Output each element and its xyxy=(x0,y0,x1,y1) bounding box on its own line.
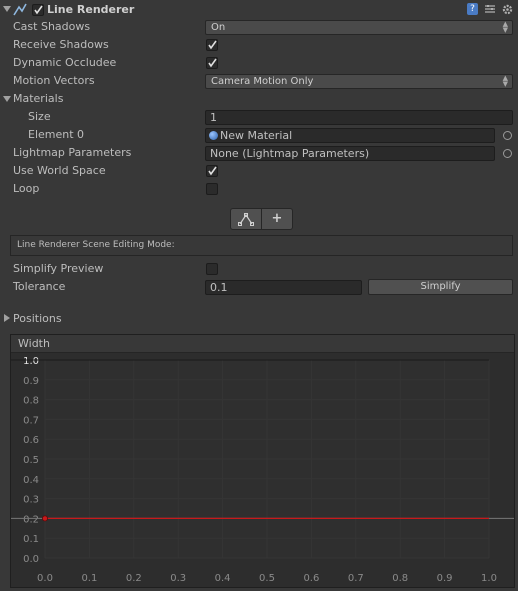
x-tick-label: 0.2 xyxy=(126,573,142,584)
loop-label: Loop xyxy=(13,182,40,195)
help-icon[interactable]: ? xyxy=(467,3,478,15)
x-tick-label: 0.4 xyxy=(215,573,231,584)
materials-size-label: Size xyxy=(28,110,51,123)
simplify-preview-label: Simplify Preview xyxy=(13,262,104,275)
enable-checkbox[interactable] xyxy=(32,4,44,16)
x-tick-label: 0.5 xyxy=(259,573,275,584)
cast-shadows-value: On xyxy=(211,22,226,33)
preset-icon[interactable] xyxy=(484,3,496,15)
foldout-arrow-icon[interactable] xyxy=(3,6,11,12)
y-tick-label: 0.4 xyxy=(23,475,39,486)
cast-shadows-dropdown[interactable]: On ▲ ▼ xyxy=(205,20,513,35)
lightmap-parameters-label: Lightmap Parameters xyxy=(13,146,132,159)
x-tick-label: 0.6 xyxy=(303,573,319,584)
loop-checkbox[interactable] xyxy=(206,183,218,195)
y-tick-label: 0.1 xyxy=(23,534,39,545)
motion-vectors-value: Camera Motion Only xyxy=(211,76,314,87)
y-tick-label: 0.2 xyxy=(23,514,39,525)
tolerance-field[interactable]: 0.1 xyxy=(205,280,362,295)
cast-shadows-label: Cast Shadows xyxy=(13,20,91,33)
scene-editing-mode-box: Line Renderer Scene Editing Mode: xyxy=(10,235,513,256)
x-tick-label: 0.0 xyxy=(37,573,53,584)
component-title: Line Renderer xyxy=(47,3,135,16)
checkmark-icon xyxy=(208,166,217,176)
materials-size-field[interactable]: 1 xyxy=(205,110,513,125)
x-tick-label: 0.3 xyxy=(170,573,186,584)
dynamic-occludee-label: Dynamic Occludee xyxy=(13,56,117,69)
positions-label: Positions xyxy=(13,312,62,325)
lightmap-parameters-field[interactable]: None (Lightmap Parameters) xyxy=(205,146,495,161)
width-curve-panel: Width 0.0 0.1 0.2 0.3 0.4 0.5 0.6 0.7 0.8 0.9 1.0 0… xyxy=(10,334,515,588)
x-tick-label: 0.7 xyxy=(348,573,364,584)
object-picker-icon[interactable] xyxy=(503,149,512,158)
use-world-space-label: Use World Space xyxy=(13,164,106,177)
simplify-button[interactable]: Simplify xyxy=(368,279,513,295)
checkmark-icon xyxy=(208,40,217,50)
element-0-value: New Material xyxy=(220,129,293,142)
material-sphere-icon xyxy=(209,131,218,140)
y-tick-label: 0.0 xyxy=(23,554,39,565)
receive-shadows-checkbox[interactable] xyxy=(206,39,218,51)
tolerance-label: Tolerance xyxy=(13,280,66,293)
scene-editing-mode-label: Line Renderer Scene Editing Mode: xyxy=(17,240,175,250)
line-renderer-icon xyxy=(13,3,27,16)
motion-vectors-label: Motion Vectors xyxy=(13,74,95,87)
width-curve-chart[interactable]: 0.0 0.1 0.2 0.3 0.4 0.5 0.6 0.7 0.8 0.9 1.0 0.0 0.1 0… xyxy=(11,352,514,587)
materials-foldout-icon[interactable] xyxy=(3,96,11,102)
element-0-label: Element 0 xyxy=(28,128,85,141)
object-picker-icon[interactable] xyxy=(503,131,512,140)
y-tick-label: 0.6 xyxy=(23,435,39,446)
y-tick-label: 0.8 xyxy=(23,396,39,407)
component-header: Line Renderer ? xyxy=(0,0,518,19)
edit-points-button[interactable] xyxy=(230,208,262,230)
y-tick-label: 0.3 xyxy=(23,495,39,506)
dynamic-occludee-checkbox[interactable] xyxy=(206,57,218,69)
element-0-field[interactable]: New Material xyxy=(205,128,495,143)
gear-icon[interactable] xyxy=(501,3,514,16)
dropdown-arrows-icon: ▲ ▼ xyxy=(502,20,508,34)
width-curve-title: Width xyxy=(18,337,50,350)
simplify-preview-checkbox[interactable] xyxy=(206,263,218,275)
x-tick-label: 1.0 xyxy=(481,573,497,584)
x-tick-label: 0.1 xyxy=(81,573,97,584)
y-tick-label: 0.5 xyxy=(23,455,39,466)
edit-points-icon xyxy=(238,213,254,226)
x-tick-label: 0.9 xyxy=(437,573,453,584)
width-curve-header: Width xyxy=(11,335,514,353)
receive-shadows-label: Receive Shadows xyxy=(13,38,109,51)
curve-key-point xyxy=(41,515,48,522)
x-tick-label: 0.8 xyxy=(392,573,408,584)
y-tick-label: 0.7 xyxy=(23,415,39,426)
dropdown-arrows-icon: ▲ ▼ xyxy=(502,74,508,88)
y-tick-label: 0.9 xyxy=(23,376,39,387)
use-world-space-checkbox[interactable] xyxy=(206,165,218,177)
create-points-button[interactable]: + xyxy=(261,208,293,230)
motion-vectors-dropdown[interactable]: Camera Motion Only ▲ ▼ xyxy=(205,74,513,89)
y-tick-label: 1.0 xyxy=(23,356,39,367)
checkmark-icon xyxy=(208,58,217,68)
positions-foldout-icon[interactable] xyxy=(4,314,10,322)
materials-label: Materials xyxy=(13,92,64,105)
